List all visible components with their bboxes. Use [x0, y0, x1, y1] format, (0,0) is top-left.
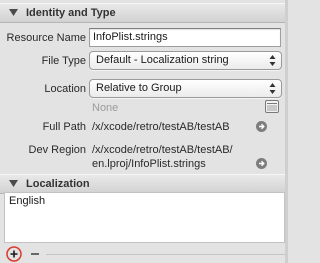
bottom-toolbar [0, 245, 288, 263]
identity-section-title: Identity and Type [26, 7, 116, 19]
identity-section-header[interactable]: Identity and Type [0, 3, 288, 23]
file-type-popup[interactable]: Default - Localization string [89, 51, 282, 70]
reveal-arrow-icon[interactable] [256, 158, 267, 169]
folder-icon[interactable] [265, 100, 279, 113]
file-type-label: File Type [41, 55, 86, 67]
localization-section-title: Localization [26, 178, 90, 190]
reveal-arrow-icon[interactable] [256, 121, 267, 132]
window-edge [285, 0, 288, 263]
location-label: Location [44, 83, 86, 95]
disclosure-triangle-down-icon[interactable] [8, 8, 18, 18]
resource-name-label: Resource Name [6, 32, 86, 44]
dev-region-line1: /x/xcode/retro/testAB/testAB/ [92, 144, 233, 156]
toolbar-divider [46, 254, 285, 255]
disclosure-triangle-down-icon[interactable] [8, 179, 18, 189]
file-type-value: Default - Localization string [96, 54, 229, 66]
full-path-value: /x/xcode/retro/testAB/testAB [92, 121, 230, 133]
location-none-text: None [92, 102, 119, 114]
popup-arrows-icon [269, 54, 276, 67]
add-button[interactable] [6, 246, 22, 262]
dev-region-label: Dev Region [28, 144, 86, 156]
full-path-label: Full Path [42, 121, 86, 133]
location-popup[interactable]: Relative to Group [89, 79, 282, 98]
popup-arrows-icon [269, 82, 276, 95]
remove-button[interactable] [27, 246, 43, 262]
location-value: Relative to Group [96, 82, 182, 94]
resource-name-field[interactable]: InfoPlist.strings [89, 28, 281, 47]
dev-region-line2: en.lproj/InfoPlist.strings [92, 158, 206, 170]
localization-section-header[interactable]: Localization [0, 174, 288, 194]
localization-list[interactable]: English [4, 192, 285, 243]
list-item[interactable]: English [5, 193, 284, 210]
